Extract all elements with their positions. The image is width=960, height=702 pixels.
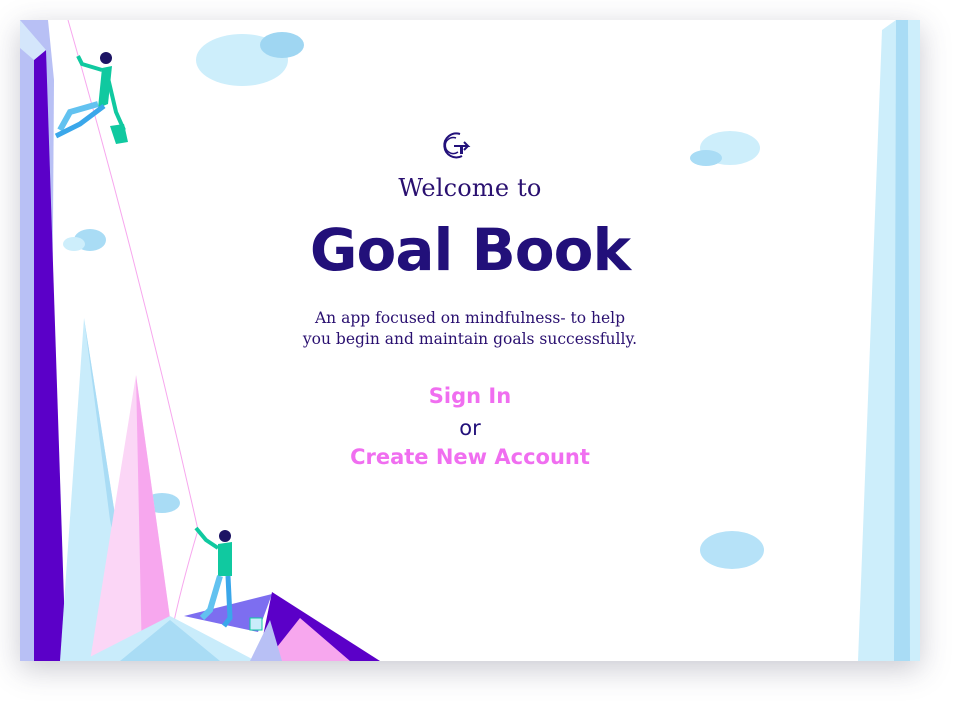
app-title: Goal Book: [309, 216, 631, 284]
tagline-line: An app focused on mindfulness- to help: [314, 309, 626, 327]
welcome-card: Welcome to Goal Book An app focused on m…: [20, 20, 920, 661]
goal-book-logo-icon: [443, 132, 471, 159]
welcome-content: Welcome to Goal Book An app focused on m…: [20, 20, 920, 661]
tagline-line: you begin and maintain goals successfull…: [302, 330, 638, 348]
create-account-link[interactable]: Create New Account: [20, 445, 920, 469]
app-tagline: An app focused on mindfulness- to help y…: [20, 308, 920, 350]
sign-in-link[interactable]: Sign In: [20, 384, 920, 408]
sign-in-label[interactable]: Sign In: [429, 384, 511, 408]
create-account-label[interactable]: Create New Account: [350, 445, 590, 469]
welcome-text: Welcome to: [398, 174, 542, 202]
or-separator: or: [459, 416, 481, 440]
